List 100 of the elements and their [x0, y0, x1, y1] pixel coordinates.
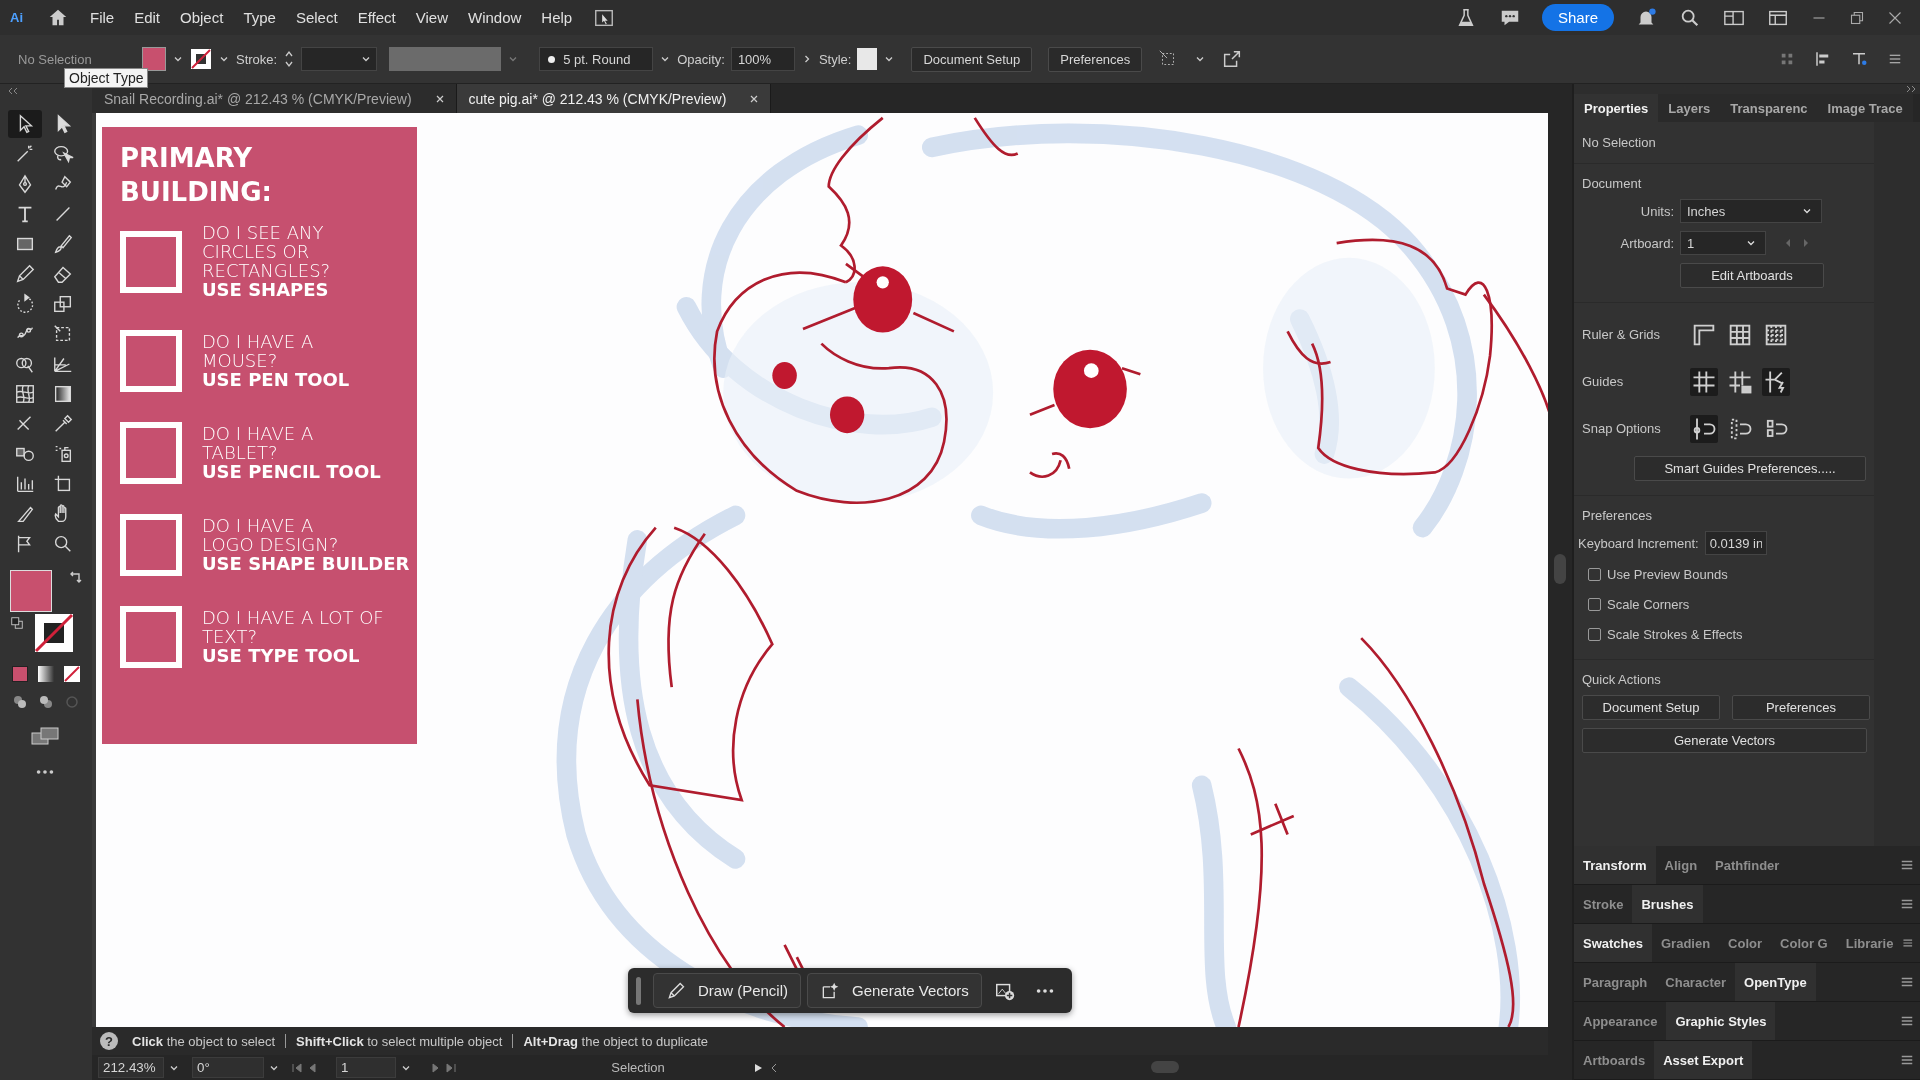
keyboard-increment-field[interactable]: 0.0139 in — [1704, 531, 1767, 555]
rotate-icon — [14, 293, 36, 315]
checkbox-square — [120, 422, 182, 484]
card-answer: USE SHAPE BUILDER — [202, 554, 410, 574]
checkbox[interactable] — [1588, 567, 1601, 581]
artboard-number-dropdown[interactable]: 1 — [336, 1057, 396, 1078]
checkbox-square — [120, 606, 182, 668]
checkbox[interactable] — [1588, 597, 1601, 611]
control-button[interactable]: Document Setup — [911, 46, 1033, 72]
draw-pencil-button[interactable]: Draw (Pencil) — [653, 973, 801, 1008]
panel-tab[interactable]: Asset Export — [1654, 1041, 1753, 1079]
tooltip: Object Type — [64, 68, 149, 88]
menu-item[interactable]: Effect — [349, 5, 404, 30]
stroke-swatch[interactable] — [190, 48, 212, 70]
selection-status: No Selection — [1582, 135, 1657, 150]
brush-dropdown[interactable]: 5 pt. Round — [539, 47, 654, 71]
pencil-icon — [14, 263, 36, 285]
artboard-dropdown[interactable]: 1 — [1680, 231, 1766, 255]
panel-menu-icon[interactable] — [1900, 897, 1914, 911]
selection-status: No Selection — [18, 51, 93, 67]
menu-item[interactable]: Window — [459, 5, 530, 30]
menu-item[interactable]: Help — [533, 5, 581, 30]
mesh-icon — [14, 383, 36, 405]
card-answer: USE PENCIL TOOL — [202, 462, 382, 482]
keyboard-increment-label: Keyboard Increment: — [1578, 535, 1699, 551]
panel-tab[interactable]: Properties — [1574, 94, 1659, 122]
stroke-weight-field[interactable] — [301, 47, 378, 71]
control-button[interactable]: Preferences — [1048, 46, 1143, 72]
opacity-label: Opacity: — [677, 51, 725, 67]
generate-vectors-button[interactable]: Generate Vectors — [807, 973, 982, 1008]
panel-menu-icon[interactable] — [1900, 975, 1914, 989]
fill-swatch[interactable] — [142, 47, 166, 71]
app-logo: Ai — [10, 10, 24, 25]
rotation-dropdown[interactable]: 0° — [192, 1057, 264, 1078]
menu-item[interactable]: Edit — [126, 5, 169, 30]
checkbox[interactable] — [1588, 627, 1601, 641]
section-heading: Document — [1582, 176, 1643, 191]
checkbox-square — [120, 230, 182, 293]
opacity-field[interactable]: 100% — [730, 47, 795, 71]
quick-action-button[interactable]: Preferences — [1732, 695, 1870, 720]
status-hint: Alt+Drag the object to duplicate — [523, 1033, 708, 1049]
smart-guides-preferences-button[interactable]: Smart Guides Preferences..... — [1634, 456, 1866, 481]
gradient-mode-button[interactable] — [38, 666, 54, 682]
section-heading: Preferences — [1582, 508, 1654, 523]
menu-item[interactable]: Type — [235, 5, 284, 30]
checkbox-label: Scale Corners — [1607, 596, 1690, 612]
draw-normal-icon[interactable] — [12, 694, 28, 710]
panel-menu-icon[interactable] — [1900, 858, 1914, 872]
ruler-grids-label: Ruler & Grids — [1582, 327, 1662, 342]
tool-button[interactable] — [8, 110, 42, 138]
units-dropdown[interactable]: Inches — [1680, 199, 1822, 223]
draw-behind-icon[interactable] — [38, 694, 54, 710]
none-mode-button[interactable] — [64, 666, 80, 682]
status-hint: Shift+Click to select multiple object — [296, 1033, 503, 1049]
eye — [853, 266, 913, 333]
style-label: Style: — [818, 51, 852, 67]
panel-tab[interactable]: Graphic Styles — [1666, 1002, 1776, 1040]
more-icon[interactable] — [34, 768, 56, 776]
play-icon[interactable] — [752, 1061, 764, 1074]
panel-tab[interactable]: Transform — [1574, 846, 1656, 884]
stroke-swatch[interactable] — [34, 613, 74, 653]
lasso-icon — [52, 143, 74, 165]
menu-item[interactable]: File — [82, 5, 123, 30]
card-answer: USE TYPE TOOL — [202, 646, 361, 666]
menu-item[interactable]: Object — [172, 5, 232, 30]
panel-tab[interactable]: OpenType — [1735, 963, 1816, 1001]
zoom-dropdown[interactable]: 212.43% — [98, 1057, 164, 1078]
panel-tab[interactable]: Transparenc — [1720, 94, 1818, 122]
snap-options-label: Snap Options — [1582, 421, 1662, 436]
style-swatch[interactable] — [857, 48, 878, 70]
screen-mode-icon[interactable] — [30, 726, 60, 746]
smart-guides-icon[interactable] — [1762, 367, 1790, 396]
panel-tab[interactable]: Brushes — [1632, 885, 1703, 923]
quick-action-button[interactable]: Document Setup — [1582, 695, 1720, 720]
panel-menu-icon[interactable] — [1902, 936, 1914, 950]
card-title: PRIMARY BUILDING: — [120, 142, 273, 209]
default-colors-icon[interactable] — [10, 616, 24, 630]
menu-item[interactable]: View — [407, 5, 456, 30]
quick-action-button[interactable]: Generate Vectors — [1582, 728, 1867, 753]
checkbox-label: Use Preview Bounds — [1607, 566, 1728, 582]
color-mode-button[interactable] — [12, 666, 28, 682]
card-question: DO I SEE ANY CIRCLES OR RECTANGLES? — [202, 223, 332, 280]
card-question: DO I HAVE A MOUSE? — [202, 332, 315, 370]
card-question: DO I HAVE A LOGO DESIGN? — [202, 516, 340, 554]
panel-menu-icon[interactable] — [1900, 1014, 1914, 1028]
snap-point-icon[interactable] — [1690, 414, 1718, 443]
card-question: DO I HAVE A TABLET? — [202, 424, 315, 462]
panel-tab[interactable]: Swatches — [1574, 924, 1652, 962]
panel-menu-icon[interactable] — [1900, 1053, 1914, 1067]
edit-artboards-button[interactable]: Edit Artboards — [1680, 263, 1824, 288]
drag-handle[interactable] — [636, 976, 641, 1005]
help-icon[interactable]: ? — [100, 1032, 118, 1050]
current-tool-label: Selection — [610, 1060, 666, 1075]
guides-icon[interactable] — [1690, 367, 1718, 396]
panel-tab[interactable]: Image Trace — [1817, 94, 1913, 122]
menu-item[interactable]: Select — [287, 5, 346, 30]
panel-tab[interactable]: Layers — [1658, 94, 1721, 122]
document-tab[interactable]: cute pig.ai* @ 212.43 % (CMYK/Preview) — [456, 84, 772, 113]
share-button[interactable]: Share — [1541, 4, 1614, 31]
card-answer: USE SHAPES — [202, 280, 330, 300]
